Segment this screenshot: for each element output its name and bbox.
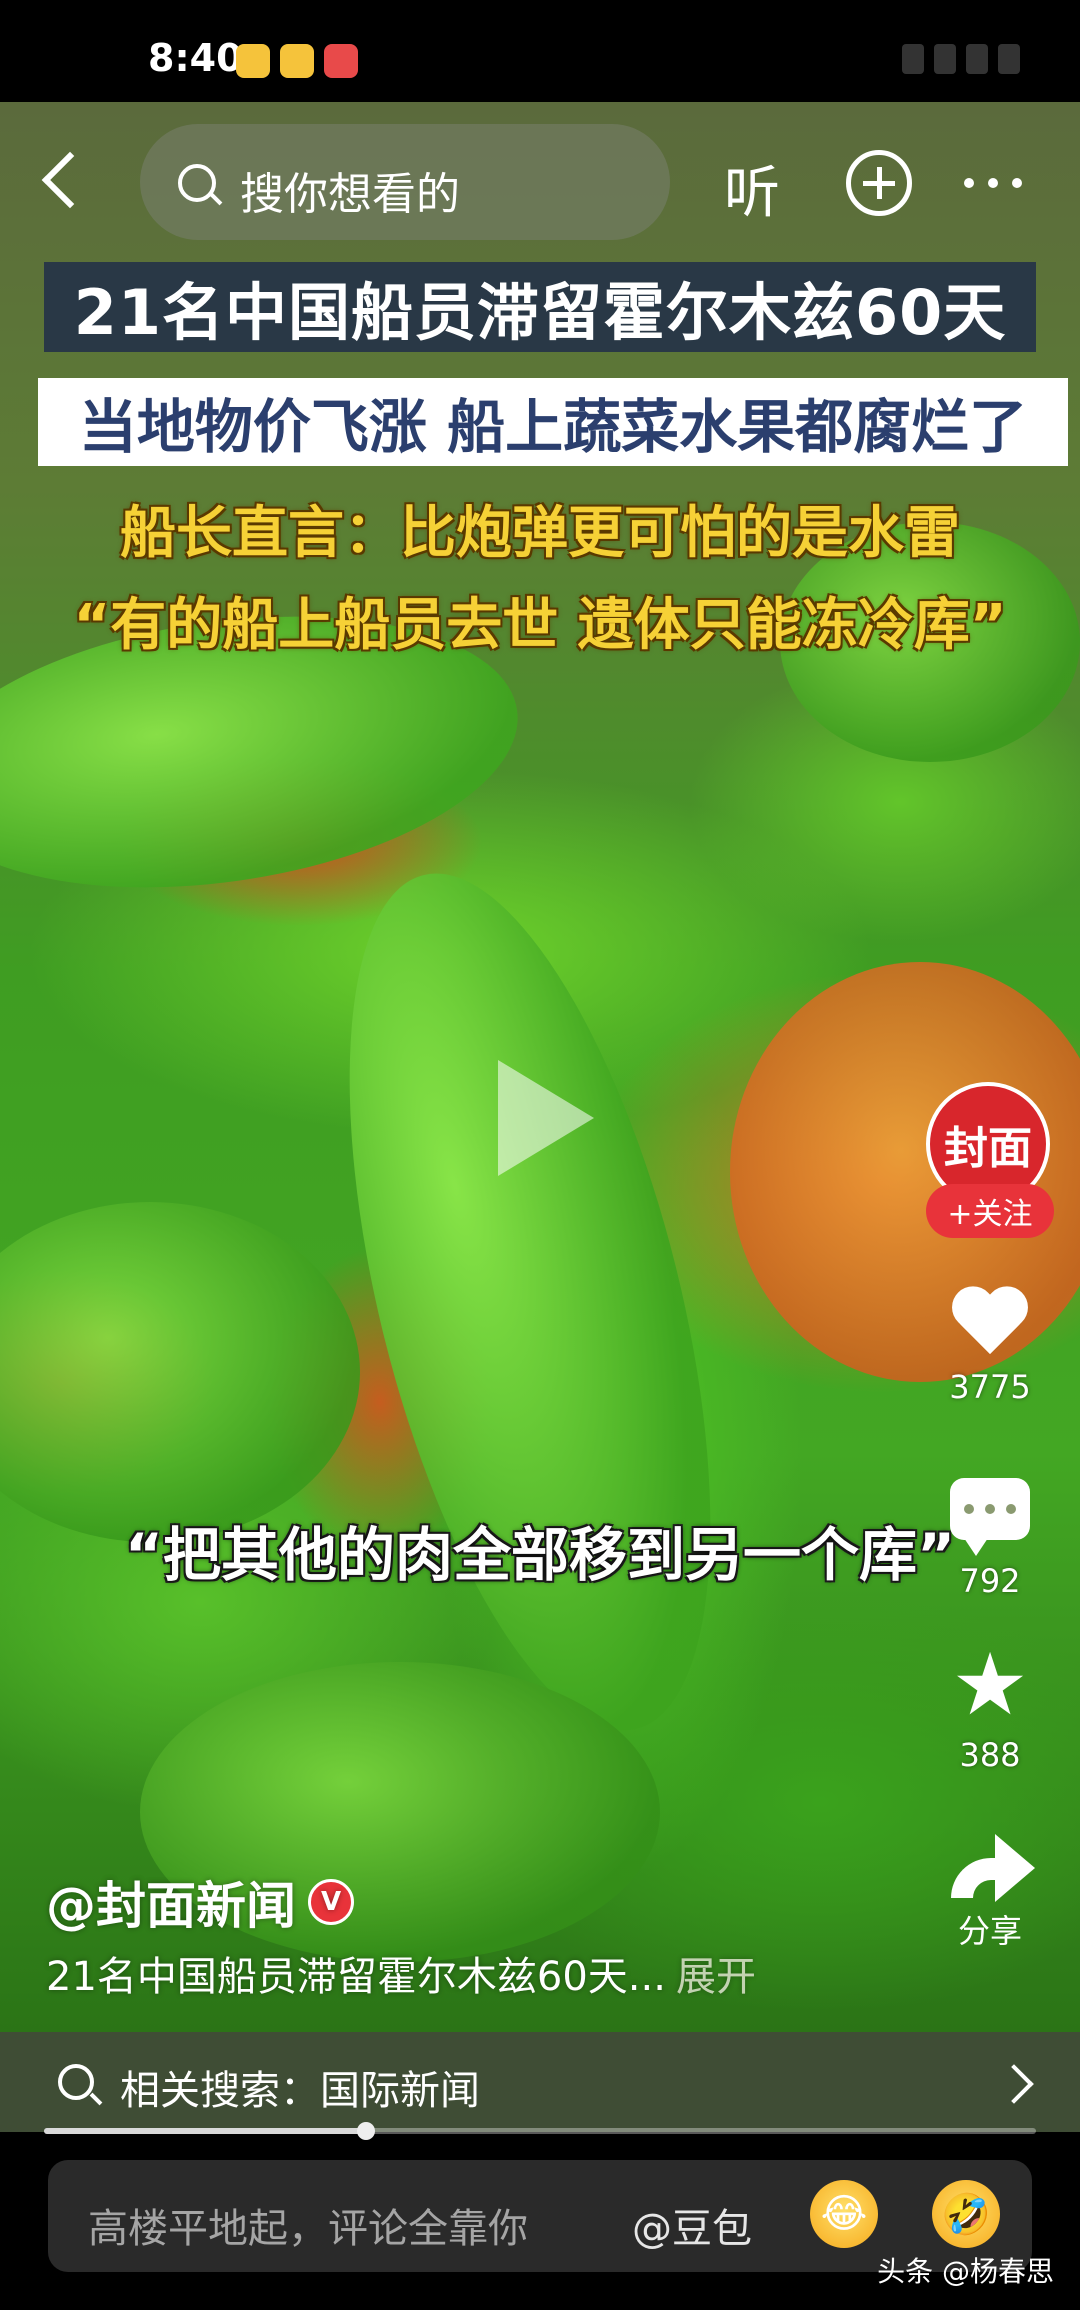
search-placeholder: 搜你想看的 <box>240 169 460 220</box>
author-handle-row[interactable]: @封面新闻 V <box>46 1866 354 1938</box>
avatar-text: 封面 <box>944 1123 1032 1174</box>
share-label: 分享 <box>957 1912 1022 1950</box>
favorite-count: 388 <box>959 1736 1021 1774</box>
search-icon <box>58 2064 94 2100</box>
like-button[interactable]: 3775 <box>930 1288 1050 1406</box>
heart-icon <box>950 1288 1030 1360</box>
watermark: 头条 @杨春思 <box>877 2255 1054 2288</box>
verified-badge: V <box>308 1879 354 1925</box>
search-icon <box>178 164 216 202</box>
quote-caption-1: 船长直言：比炮弹更可怕的是水雷 <box>120 501 960 566</box>
video-description[interactable]: 21名中国船员滞留霍尔木兹60天... 展开 <box>46 1944 756 2002</box>
follow-button[interactable]: +关注 <box>926 1184 1054 1238</box>
favorite-button[interactable]: ★ 388 <box>930 1642 1050 1774</box>
emoji-icon[interactable]: 😂 <box>810 2180 878 2248</box>
status-bar: 8:40 <box>0 0 1080 102</box>
progress-fill <box>44 2128 367 2134</box>
status-indicators <box>902 44 1020 74</box>
video-subtitle-caption: 当地物价飞涨 船上蔬菜水果都腐烂了 <box>38 378 1068 466</box>
progress-knob[interactable] <box>357 2122 376 2140</box>
status-time: 8:40 <box>148 36 243 80</box>
related-search-text: 相关搜索：国际新闻 <box>120 2068 480 2114</box>
video-title-caption: 21名中国船员滞留霍尔木兹60天 <box>44 262 1036 352</box>
share-button[interactable]: 分享 <box>930 1830 1050 1952</box>
star-icon: ★ <box>951 1635 1029 1735</box>
chevron-right-icon <box>994 2064 1034 2104</box>
like-count: 3775 <box>949 1368 1031 1406</box>
video-subtitle: “把其他的肉全部移到另一个库” <box>124 1521 956 1589</box>
app-notification-icon <box>324 44 358 78</box>
more-icon[interactable] <box>964 178 1022 188</box>
play-icon[interactable] <box>498 1060 594 1176</box>
emoji-icon[interactable]: 🤣 <box>932 2180 1000 2248</box>
search-bar[interactable]: 搜你想看的 <box>140 124 670 240</box>
related-search-bar[interactable]: 相关搜索：国际新闻 <box>0 2032 1080 2132</box>
comment-icon <box>950 1478 1030 1556</box>
listen-button[interactable]: 听 <box>724 148 780 229</box>
mention-doubao[interactable]: @豆包 <box>632 2196 752 2254</box>
quote-caption-2: “有的船上船员去世 遗体只能冻冷库” <box>73 593 1007 658</box>
description-text: 21名中国船员滞留霍尔木兹60天... <box>46 1954 666 2000</box>
app-notification-icon <box>280 44 314 78</box>
expand-link[interactable]: 展开 <box>676 1954 756 2000</box>
app-notification-icon <box>236 44 270 78</box>
author-handle[interactable]: @封面新闻 <box>46 1866 296 1938</box>
comment-input[interactable]: 高楼平地起，评论全靠你 <box>88 2196 528 2254</box>
video-progress-bar[interactable] <box>44 2122 1036 2140</box>
share-icon <box>945 1830 1035 1902</box>
comment-count: 792 <box>959 1562 1021 1600</box>
comment-button[interactable]: 792 <box>930 1478 1050 1600</box>
plus-circle-icon[interactable] <box>846 150 912 216</box>
